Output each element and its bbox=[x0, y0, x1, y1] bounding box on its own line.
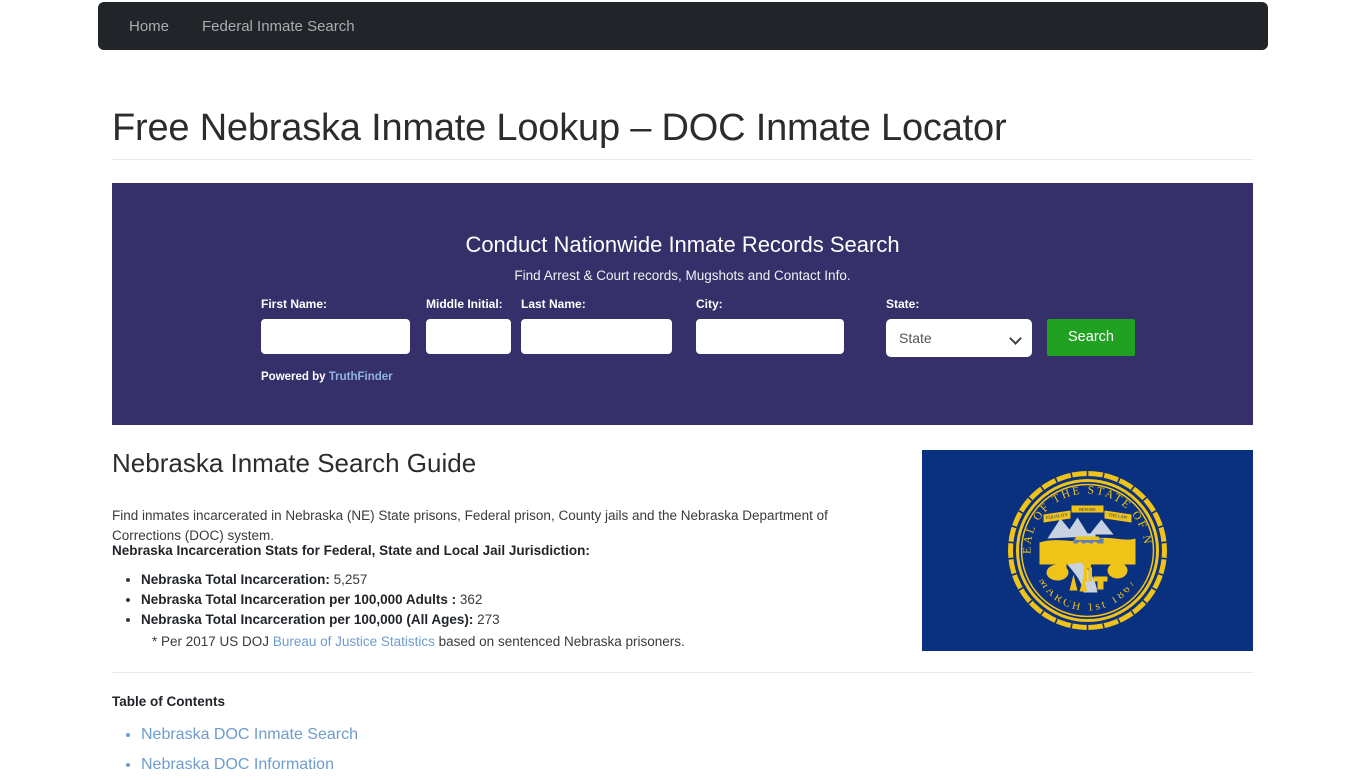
stat-label: Nebraska Total Incarceration per 100,000… bbox=[141, 612, 474, 627]
page-title: Free Nebraska Inmate Lookup – DOC Inmate… bbox=[112, 107, 1007, 149]
inmate-search-form: First Name: Middle Initial: Last Name: C… bbox=[261, 298, 1135, 357]
toc-link-nebraska-doc-inmate-search[interactable]: Nebraska DOC Inmate Search bbox=[141, 726, 358, 743]
stat-value: 5,257 bbox=[333, 572, 368, 587]
state-select-wrapper: State bbox=[886, 319, 1032, 357]
nebraska-flag-image: GREAT SEAL OF THE STATE OF NEBRASKA MARC… bbox=[922, 450, 1253, 651]
nav-item-home[interactable]: Home bbox=[129, 19, 169, 34]
guide-heading: Nebraska Inmate Search Guide bbox=[112, 448, 477, 478]
state-label: State: bbox=[886, 297, 920, 311]
last-name-field-group: Last Name: bbox=[521, 298, 672, 354]
top-navbar: Home Federal Inmate Search bbox=[98, 2, 1268, 50]
first-name-input[interactable] bbox=[261, 319, 410, 354]
powered-by-brand: TruthFinder bbox=[328, 371, 393, 383]
stat-label: Nebraska Total Incarceration: bbox=[141, 572, 330, 587]
stat-label: Nebraska Total Incarceration per 100,000… bbox=[141, 592, 457, 607]
note-suffix: based on sentenced Nebraska prisoners. bbox=[434, 634, 685, 649]
list-item: Nebraska Total Incarceration per 100,000… bbox=[141, 590, 500, 610]
state-field-group: State: State bbox=[886, 298, 1032, 357]
bureau-of-justice-statistics-link[interactable]: Bureau of Justice Statistics bbox=[273, 634, 435, 649]
toc-link-nebraska-doc-information[interactable]: Nebraska DOC Information bbox=[141, 756, 334, 773]
list-item: Nebraska Total Incarceration: 5,257 bbox=[141, 570, 500, 590]
powered-by-prefix: Powered by bbox=[261, 371, 329, 383]
stats-source-note: * Per 2017 US DOJ Bureau of Justice Stat… bbox=[152, 633, 685, 651]
inmate-search-panel: Conduct Nationwide Inmate Records Search… bbox=[112, 183, 1253, 425]
first-name-label: First Name: bbox=[261, 297, 328, 311]
powered-by-label: Powered by TruthFinder bbox=[261, 371, 393, 384]
stat-value: 362 bbox=[459, 592, 483, 607]
divider-top bbox=[112, 159, 1253, 160]
city-label: City: bbox=[696, 297, 723, 311]
list-item: Nebraska Total Incarceration per 100,000… bbox=[141, 610, 500, 630]
nebraska-flag-svg: GREAT SEAL OF THE STATE OF NEBRASKA MARC… bbox=[922, 450, 1253, 651]
note-prefix: * Per 2017 US DOJ bbox=[152, 634, 273, 649]
middle-initial-field-group: Middle Initial: bbox=[426, 298, 511, 354]
middle-initial-input[interactable] bbox=[426, 319, 511, 354]
state-select[interactable]: State bbox=[886, 319, 1032, 357]
stats-heading: Nebraska Incarceration Stats for Federal… bbox=[112, 543, 590, 558]
last-name-input[interactable] bbox=[521, 319, 672, 354]
city-field-group: City: bbox=[696, 298, 844, 354]
guide-paragraph: Find inmates incarcerated in Nebraska (N… bbox=[112, 507, 828, 543]
search-button[interactable]: Search bbox=[1047, 319, 1135, 356]
list-item: Nebraska DOC Inmate Search bbox=[141, 720, 358, 750]
table-of-contents-list: Nebraska DOC Inmate Search Nebraska DOC … bbox=[112, 720, 358, 780]
svg-text:BEFORE: BEFORE bbox=[1079, 507, 1096, 512]
incarceration-stats-list: Nebraska Total Incarceration: 5,257 Nebr… bbox=[112, 570, 500, 630]
table-of-contents-heading: Table of Contents bbox=[112, 694, 225, 709]
city-input[interactable] bbox=[696, 319, 844, 354]
first-name-field-group: First Name: bbox=[261, 298, 410, 354]
stat-value: 273 bbox=[477, 612, 500, 627]
last-name-label: Last Name: bbox=[521, 297, 586, 311]
list-item: Nebraska DOC Information bbox=[141, 750, 358, 780]
search-panel-title: Conduct Nationwide Inmate Records Search bbox=[465, 232, 900, 257]
middle-initial-label: Middle Initial: bbox=[426, 297, 503, 311]
search-panel-subtitle: Find Arrest & Court records, Mugshots an… bbox=[514, 268, 851, 283]
nav-item-federal-inmate-search[interactable]: Federal Inmate Search bbox=[202, 19, 355, 34]
divider-middle bbox=[112, 672, 1253, 673]
